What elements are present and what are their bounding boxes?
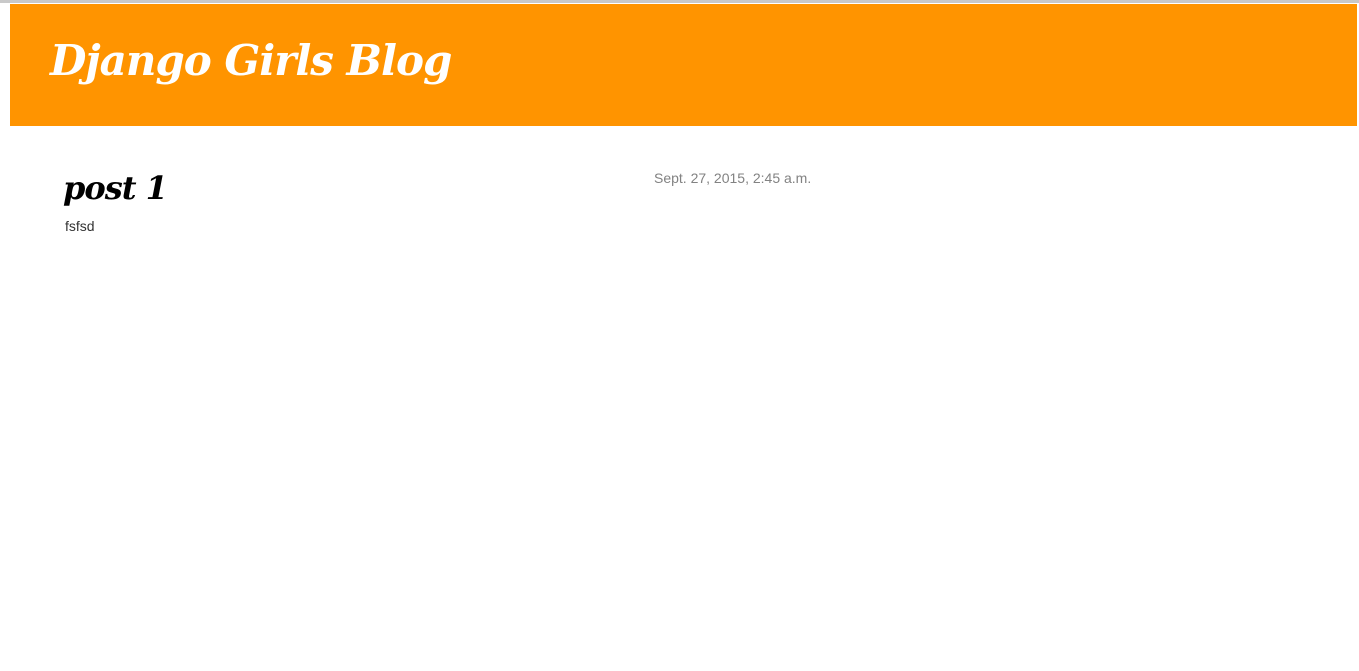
post-date: Sept. 27, 2015, 2:45 a.m.: [654, 170, 812, 186]
post-title-link[interactable]: post 1: [63, 170, 168, 206]
browser-top-border: [0, 0, 1359, 3]
post-card: Sept. 27, 2015, 2:45 a.m. post 1 fsfsd: [63, 160, 823, 250]
post-body-text: fsfsd: [65, 218, 95, 234]
page-header: Django Girls Blog: [10, 4, 1357, 126]
site-title-link[interactable]: Django Girls Blog: [50, 40, 452, 82]
